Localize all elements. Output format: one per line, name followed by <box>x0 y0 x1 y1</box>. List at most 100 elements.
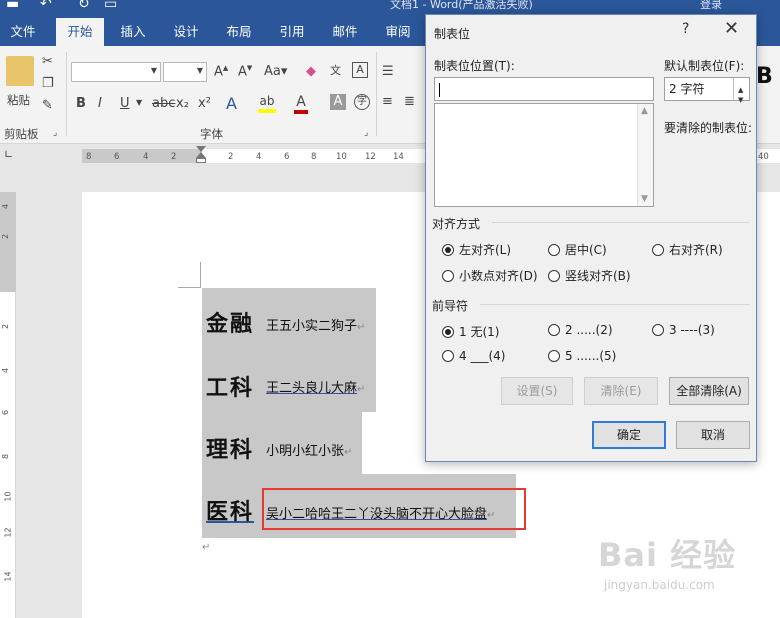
ruler-tick: 6 <box>284 152 290 162</box>
clipboard-launcher-icon[interactable]: ⌟ <box>53 128 57 138</box>
scrollbar[interactable]: ▲ ▼ <box>637 104 653 206</box>
ruler-tick: 8 <box>86 152 92 162</box>
character-border-icon[interactable]: A <box>352 62 368 78</box>
radio-dot <box>548 350 560 362</box>
bold-icon[interactable]: B <box>76 96 86 111</box>
cut-icon[interactable]: ✂ <box>42 54 53 69</box>
underline-icon[interactable]: U <box>120 96 130 111</box>
style-preview[interactable]: B <box>756 64 773 89</box>
ruler-tick: 8 <box>1 453 11 460</box>
radio-align-left[interactable]: 左对齐(L) <box>442 241 511 258</box>
radio-leader-dots[interactable]: 2 .....(2) <box>548 323 613 337</box>
vertical-ruler[interactable]: 4 2 2 4 6 8 10 12 14 <box>0 192 16 618</box>
grow-font-icon[interactable]: A▲ <box>214 64 228 79</box>
save-icon[interactable]: ▬ <box>6 0 19 12</box>
radio-leader-middle-dots[interactable]: 5 ......(5) <box>548 349 616 363</box>
set-button[interactable]: 设置(S) <box>501 377 573 405</box>
italic-icon[interactable]: I <box>98 96 102 111</box>
clear-button[interactable]: 清除(E) <box>584 377 658 405</box>
redo-icon[interactable]: ↻ <box>78 0 90 12</box>
dialog-title: 制表位 <box>434 27 471 41</box>
help-button[interactable]: ? <box>682 21 689 37</box>
align-center-icon[interactable]: ≣ <box>404 94 415 109</box>
sign-in-link[interactable]: 登录 <box>700 0 722 10</box>
tab-layout[interactable]: 布局 <box>216 18 262 46</box>
radio-dot <box>548 269 560 282</box>
format-painter-icon[interactable]: ✎ <box>42 98 53 113</box>
alignment-section-label: 对齐方式 <box>432 217 481 231</box>
font-size-combo[interactable]: ▼ <box>163 62 207 82</box>
undo-icon[interactable]: ↶ <box>40 0 52 12</box>
ruler-tick: 12 <box>3 527 13 538</box>
clipboard-group-label: 剪贴板 <box>4 127 39 141</box>
clear-all-button[interactable]: 全部清除(A) <box>669 377 749 405</box>
radio-label: 左对齐(L) <box>459 243 512 257</box>
tab-design[interactable]: 设计 <box>163 18 209 46</box>
enclose-characters-icon[interactable]: 字 <box>354 94 370 110</box>
shrink-font-icon[interactable]: A▼ <box>238 64 252 79</box>
radio-dot <box>442 325 454 338</box>
radio-align-right[interactable]: 右对齐(R) <box>652 241 723 258</box>
clear-formatting-icon[interactable]: ◆ <box>306 64 316 79</box>
cancel-button[interactable]: 取消 <box>676 421 750 449</box>
tab-position-label: 制表位位置(T): <box>434 59 515 73</box>
names-line[interactable]: 小明小红小张↵ <box>266 440 352 459</box>
radio-align-bar[interactable]: 竖线对齐(B) <box>548 267 631 284</box>
radio-label: 1 无(1) <box>459 325 500 339</box>
radio-leader-dashes[interactable]: 3 ----(3) <box>652 323 715 337</box>
spin-down-icon[interactable]: ▼ <box>738 89 743 111</box>
character-shading-icon[interactable]: A <box>330 94 346 110</box>
text-effects-icon[interactable]: A <box>226 94 237 113</box>
scroll-up-icon[interactable]: ▲ <box>641 106 648 116</box>
category-label: 理科 <box>206 437 255 463</box>
radio-align-center[interactable]: 居中(C) <box>548 241 607 258</box>
tab-mailings[interactable]: 邮件 <box>322 18 368 46</box>
font-color-bar <box>294 110 308 114</box>
divider <box>376 52 377 136</box>
radio-dot <box>442 350 454 362</box>
change-case-icon[interactable]: Aa▾ <box>264 64 287 79</box>
radio-leader-none[interactable]: 1 无(1) <box>442 323 499 340</box>
tab-insert[interactable]: 插入 <box>110 18 156 46</box>
ruler-tick: 4 <box>1 203 11 210</box>
default-tab-stepper[interactable]: 2 字符 ▲ ▼ <box>664 77 750 104</box>
watermark-url: jingyan.baidu.com <box>604 578 715 592</box>
indent-marker[interactable] <box>196 146 206 166</box>
chevron-down-icon[interactable]: ▼ <box>136 98 142 107</box>
tab-file[interactable]: 文件 <box>0 18 46 46</box>
scroll-down-icon[interactable]: ▼ <box>641 194 648 204</box>
ruler-tick: 4 <box>143 152 149 162</box>
superscript-icon[interactable]: x² <box>198 96 211 111</box>
names-line[interactable]: 王五小实二狗子↵ <box>266 315 365 334</box>
radio-leader-underline[interactable]: 4 ___(4) <box>442 349 505 363</box>
radio-label: 小数点对齐(D) <box>459 269 538 283</box>
close-icon[interactable]: ✕ <box>724 18 739 39</box>
chevron-down-icon: ▼ <box>196 66 203 75</box>
tab-stops-list[interactable]: ▲ ▼ <box>434 103 654 207</box>
quick-access-icon[interactable]: ▭ <box>104 0 117 12</box>
names-line[interactable]: 王二头良儿大麻↵ <box>266 377 365 396</box>
phonetic-guide-icon[interactable]: 文 <box>330 62 341 78</box>
tab-selector-icon[interactable]: ∟ <box>4 148 13 161</box>
spin-buttons[interactable]: ▲ ▼ <box>733 78 749 104</box>
copy-icon[interactable]: ❐ <box>42 76 54 91</box>
radio-align-decimal[interactable]: 小数点对齐(D) <box>442 267 538 284</box>
font-name-combo[interactable]: ▼ <box>71 62 161 82</box>
ok-button[interactable]: 确定 <box>592 421 666 449</box>
tab-home[interactable]: 开始 <box>56 18 104 46</box>
font-color-icon[interactable]: A <box>294 94 308 114</box>
bullets-icon[interactable]: ☰ <box>382 64 394 79</box>
font-launcher-icon[interactable]: ⌟ <box>364 128 368 138</box>
highlight-icon[interactable]: ab <box>258 94 276 113</box>
tab-position-input[interactable] <box>434 77 654 101</box>
radio-dot <box>652 243 664 256</box>
paste-icon[interactable] <box>6 56 34 86</box>
tab-review[interactable]: 审阅 <box>375 18 421 46</box>
strikethrough-icon[interactable]: abc <box>152 96 175 111</box>
category-label: 医科 <box>206 499 255 525</box>
radio-dot <box>652 324 664 336</box>
default-tab-value: 2 字符 <box>669 82 705 96</box>
tab-references[interactable]: 引用 <box>269 18 315 46</box>
subscript-icon[interactable]: x₂ <box>176 96 189 111</box>
align-left-icon[interactable]: ≡ <box>382 94 393 109</box>
